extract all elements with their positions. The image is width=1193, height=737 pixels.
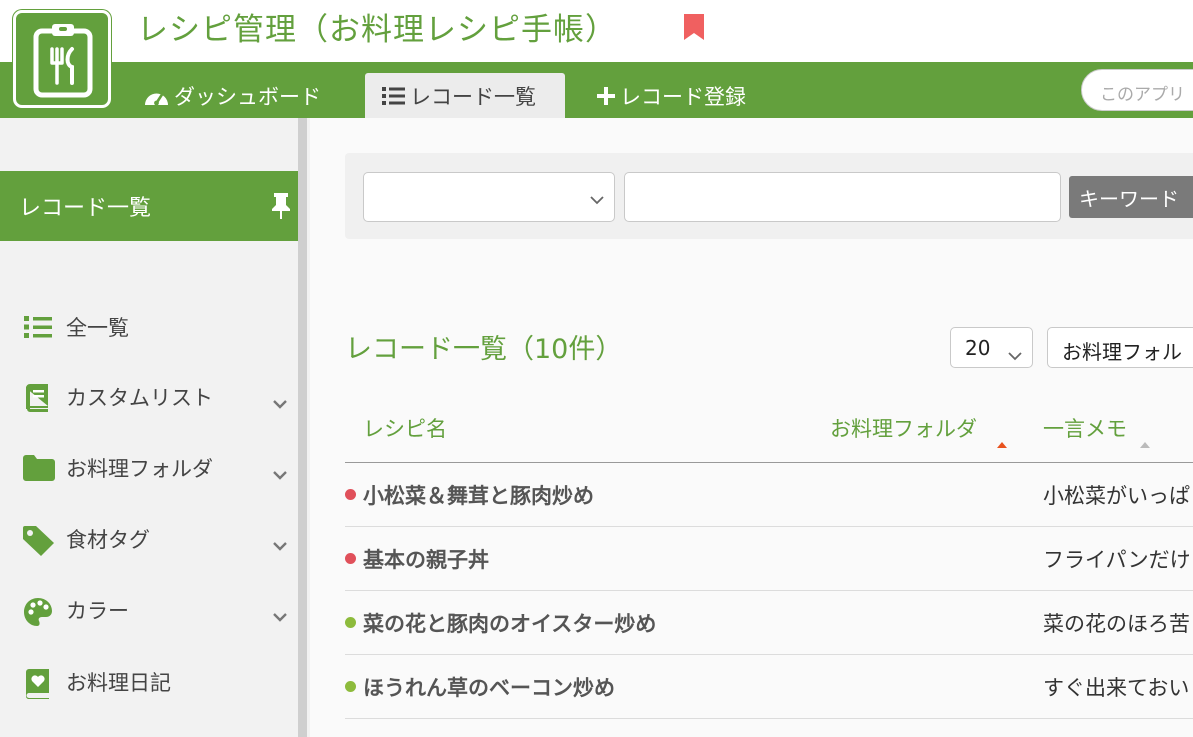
tab-dashboard-label: ダッシュボード: [174, 84, 321, 109]
sidebar-header-label: レコード一覧: [19, 196, 152, 221]
column-header-label: お料理フォルダ: [830, 417, 977, 441]
column-header-folder[interactable]: お料理フォルダ: [830, 413, 1010, 448]
per-page-select[interactable]: 20: [950, 327, 1033, 368]
tab-dashboard[interactable]: ダッシュボード: [143, 73, 321, 118]
app-title: レシピ管理（お料理レシピ手帳）: [137, 12, 617, 48]
sidebar-item-color[interactable]: カラー: [0, 585, 298, 635]
memo-cell: 菜の花のほろ苦: [1043, 612, 1190, 636]
table-row[interactable]: 小松菜＆舞茸と豚肉炒め 小松菜がいっぱ: [345, 463, 1193, 527]
palette-icon: [23, 597, 53, 632]
app-logo-icon[interactable]: [13, 10, 111, 108]
sidebar-item-label: カラー: [66, 599, 129, 623]
keyword-search-button[interactable]: キーワード: [1069, 176, 1193, 218]
sidebar-item-label: お料理日記: [66, 671, 171, 695]
chevron-down-icon: [1008, 342, 1022, 366]
chevron-down-icon[interactable]: [272, 532, 288, 556]
pin-icon[interactable]: [270, 193, 292, 225]
sort-asc-icon: [1139, 430, 1151, 454]
gauge-icon: [145, 91, 168, 105]
sidebar-item-custom-list[interactable]: カスタムリスト: [0, 372, 298, 422]
chevron-down-icon[interactable]: [272, 461, 288, 485]
memo-cell: 小松菜がいっぱ: [1043, 484, 1190, 508]
folder-icon: [23, 455, 55, 486]
recipe-name-link[interactable]: 基本の親子丼: [363, 544, 489, 574]
tab-record-list[interactable]: レコード一覧: [365, 73, 565, 118]
chevron-down-icon[interactable]: [272, 603, 288, 627]
list-icon: [382, 86, 405, 105]
list-title: レコード一覧（10件）: [345, 334, 623, 365]
sidebar-scrollbar[interactable]: [298, 118, 307, 737]
sort-asc-icon: [996, 430, 1008, 454]
heart-book-icon: [23, 669, 51, 704]
memo-cell: すぐ出来ておい: [1043, 676, 1190, 700]
plus-icon: [597, 86, 615, 105]
table-row[interactable]: 基本の親子丼 フライパンだけ: [345, 527, 1193, 591]
sidebar-item-all[interactable]: 全一覧: [0, 302, 298, 352]
column-header-memo[interactable]: 一言メモ: [1043, 413, 1163, 448]
tag-icon: [23, 526, 55, 561]
sidebar-item-diary[interactable]: お料理日記: [0, 657, 298, 707]
sidebar-item-label: カスタムリスト: [66, 386, 213, 410]
tab-record-register-label: レコード登録: [620, 84, 746, 109]
column-header-label: 一言メモ: [1043, 417, 1127, 441]
recipe-name-link[interactable]: ほうれん草のベーコン炒め: [363, 672, 615, 702]
color-dot: [345, 553, 356, 564]
folder-filter-select[interactable]: お料理フォル: [1047, 327, 1193, 368]
sidebar-item-label: お料理フォルダ: [66, 457, 213, 481]
table-row[interactable]: ほうれん草のベーコン炒め すぐ出来ておい: [345, 655, 1193, 719]
color-dot: [345, 681, 356, 692]
book-icon: [23, 384, 51, 417]
field-select[interactable]: [363, 172, 615, 222]
per-page-value: 20: [965, 336, 991, 360]
memo-cell: フライパンだけ: [1043, 548, 1191, 572]
chevron-down-icon[interactable]: [272, 390, 288, 414]
bookmark-icon[interactable]: [684, 14, 704, 44]
sidebar-item-tag[interactable]: 食材タグ: [0, 514, 298, 564]
column-header-recipe-name[interactable]: レシピ名: [363, 413, 447, 443]
recipe-name-link[interactable]: 小松菜＆舞茸と豚肉炒め: [363, 480, 594, 510]
tab-record-list-label: レコード一覧: [410, 84, 536, 109]
sidebar-item-folder[interactable]: お料理フォルダ: [0, 443, 298, 493]
sidebar-item-label: 食材タグ: [66, 528, 150, 552]
sidebar-item-label: 全一覧: [66, 316, 129, 340]
keyword-input[interactable]: [624, 172, 1061, 222]
column-header-label: レシピ名: [363, 417, 447, 441]
color-dot: [345, 489, 356, 500]
table-row[interactable]: 菜の花と豚肉のオイスター炒め 菜の花のほろ苦: [345, 591, 1193, 655]
recipe-name-link[interactable]: 菜の花と豚肉のオイスター炒め: [363, 608, 656, 638]
list-icon: [23, 314, 53, 345]
color-dot: [345, 617, 356, 628]
app-search-input[interactable]: このアプリ: [1081, 69, 1193, 111]
chevron-down-icon: [590, 190, 604, 209]
tab-record-register[interactable]: レコード登録: [596, 73, 746, 118]
sidebar-header: レコード一覧: [0, 171, 298, 241]
